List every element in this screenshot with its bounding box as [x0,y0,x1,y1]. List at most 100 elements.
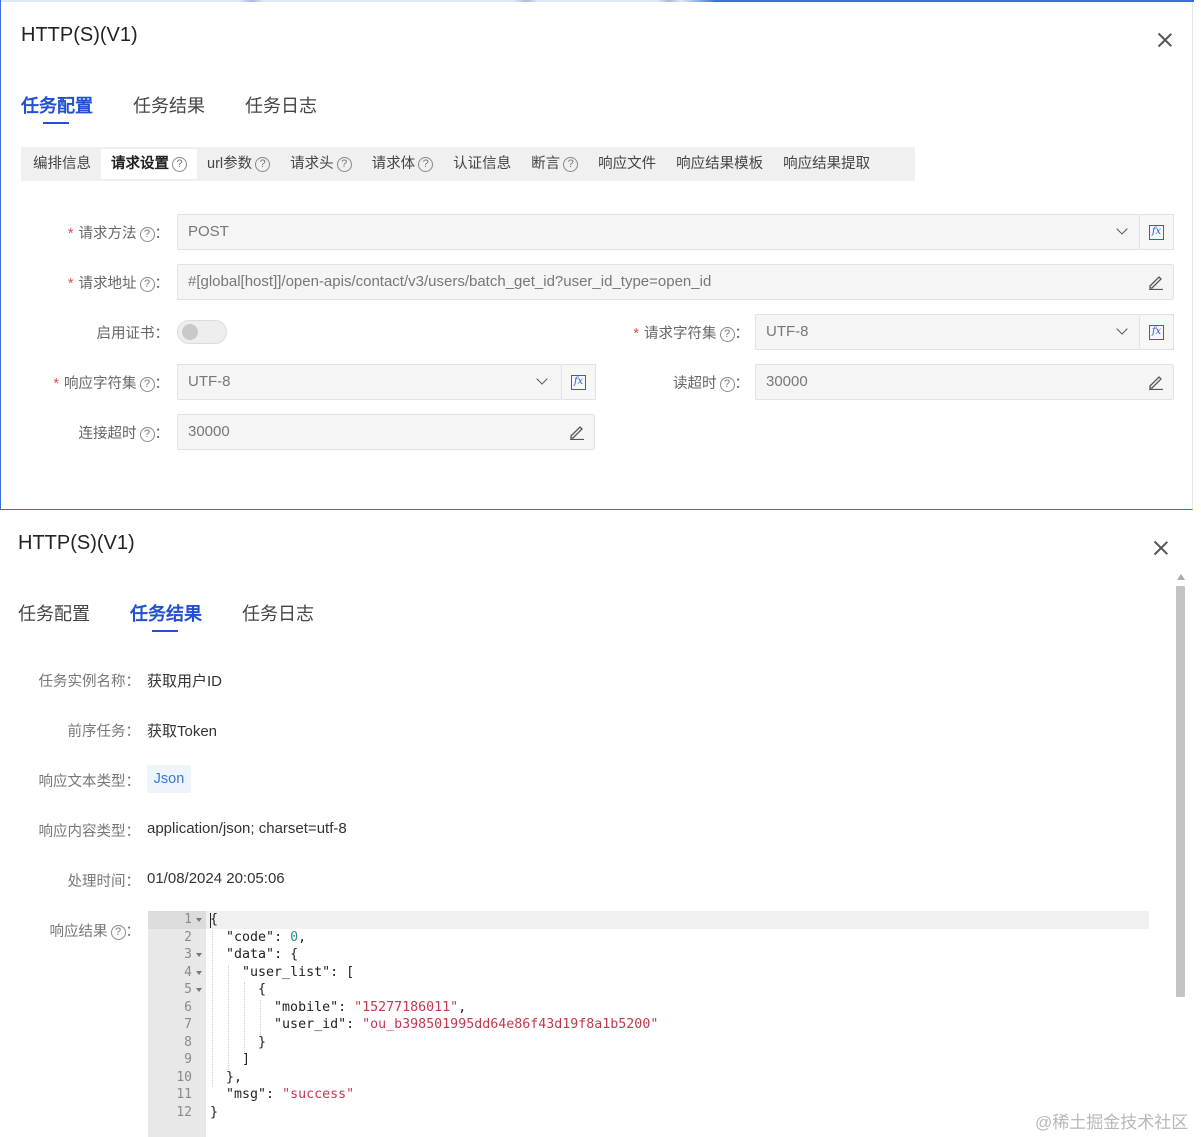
vertical-scrollbar[interactable] [1176,586,1185,997]
code-line: "mobile": "15277186011", [274,999,467,1015]
text-cursor [210,913,211,928]
label-colon: ： [734,326,750,342]
required-mark: * [67,276,74,292]
json-code-editor[interactable]: 1 2 3 4 5 6 7 8 9 10 11 12 { "code": 0, "data": { "… [148,911,1149,1137]
label-text: 响应结果 [49,924,108,940]
edit-pencil-icon[interactable] [1148,374,1164,390]
code-line: } [210,1104,219,1120]
conn-timeout-input[interactable]: 30000 [177,414,595,450]
line-number: 12 [176,1104,192,1120]
method-value: POST [188,223,229,240]
tab-task-result[interactable]: 任务结果 [130,600,202,632]
read-timeout-input[interactable]: 30000 [755,364,1174,400]
fx-icon: fx [1149,224,1164,240]
config-dialog: HTTP(S)(V1) 任务配置 任务结果 任务日志 编排信息 请求设置? ur… [0,0,1194,510]
resp-result-label: 响应结果?： [0,920,140,941]
code-line: { [210,982,267,997]
label-colon: ： [154,276,170,292]
tab-task-config[interactable]: 任务配置 [21,92,93,124]
help-icon[interactable]: ? [255,157,271,172]
tab-task-log[interactable]: 任务日志 [242,600,314,626]
dialog-title: HTTP(S)(V1) [21,24,138,46]
watermark: @稀土掘金技术社区 [1035,1113,1189,1132]
subtab-label: url参数 [207,156,253,172]
resp-content-type-label: 响应内容类型： [38,824,141,840]
indent-guide [212,929,213,1087]
subtab-response-extract[interactable]: 响应结果提取 [773,149,880,179]
resp-charset-value: UTF-8 [188,373,231,390]
window-top-edge [1,0,1194,2]
close-icon[interactable] [1153,540,1169,556]
fold-arrow-icon[interactable] [196,970,202,975]
subtab-label: 响应文件 [598,156,657,172]
help-icon[interactable]: ? [110,925,126,940]
close-icon[interactable] [1157,32,1173,48]
line-number: 8 [184,1034,192,1050]
code-line: "msg": "success" [226,1087,355,1102]
indent-guide [228,964,229,1070]
label-colon: ： [125,924,141,940]
label-text: 启用证书 [96,326,155,342]
resp-text-type-label: 响应文本类型： [38,774,141,790]
label-text: 请求字符集 [644,326,717,342]
line-number: 11 [176,1087,192,1102]
line-number: 4 [184,964,192,980]
label-colon: ： [154,376,170,392]
read-timeout-value: 30000 [766,373,808,390]
subtab-request-settings[interactable]: 请求设置? [101,149,197,179]
help-icon[interactable]: ? [172,157,187,172]
edit-pencil-icon[interactable] [569,424,585,440]
code-line: }, [210,1069,243,1085]
subtab-request-headers[interactable]: 请求头? [280,149,362,179]
subtab-response-template[interactable]: 响应结果模板 [666,149,773,179]
subtab-url-params[interactable]: url参数? [197,149,280,179]
resp-content-type-value: application/json; charset=utf-8 [147,820,347,837]
code-line: } [210,1034,267,1050]
url-label: * 请求地址?： [41,272,169,293]
help-icon[interactable]: ? [139,277,155,292]
fx-icon: fx [571,374,586,390]
tab-task-config[interactable]: 任务配置 [18,600,90,626]
resp-charset-select[interactable]: UTF-8 [177,364,562,400]
label-text: 读超时 [673,376,717,392]
help-icon[interactable]: ? [336,157,352,172]
scroll-up-arrow-icon[interactable] [1177,574,1185,580]
help-icon[interactable]: ? [418,157,434,172]
req-charset-fx-button[interactable]: fx [1140,314,1174,350]
label-text: 请求方法 [78,226,137,242]
req-charset-label: * 请求字符集?： [601,322,749,343]
instance-name-label: 任务实例名称： [38,674,141,690]
fold-arrow-icon[interactable] [196,988,202,992]
resp-charset-fx-button[interactable]: fx [562,364,596,400]
process-time-label: 处理时间： [67,874,141,890]
url-input[interactable]: #[global[host]]/open-apis/contact/v3/use… [177,264,1174,300]
req-charset-select[interactable]: UTF-8 [755,314,1140,350]
edit-pencil-icon[interactable] [1148,274,1164,290]
subtab-label: 编排信息 [33,156,91,172]
help-icon[interactable]: ? [719,327,735,342]
subtab-label: 请求体 [371,156,416,172]
subtab-auth[interactable]: 认证信息 [443,149,521,179]
subtab-response-file[interactable]: 响应文件 [588,149,666,179]
help-icon[interactable]: ? [139,377,155,392]
fold-arrow-icon[interactable] [196,953,202,957]
help-icon[interactable]: ? [139,227,155,242]
help-icon[interactable]: ? [563,157,579,172]
tab-task-log[interactable]: 任务日志 [245,92,317,118]
fold-arrow-icon[interactable] [196,918,202,922]
indent-guide [244,982,245,1052]
subtab-assertion[interactable]: 断言? [521,149,588,179]
subtab-request-body[interactable]: 请求体? [362,149,444,179]
code-line: "user_list": [ [242,964,355,980]
conn-timeout-value: 30000 [188,423,230,440]
subtab-orchestration[interactable]: 编排信息 [23,149,101,179]
method-select[interactable]: POST [177,214,1140,250]
cert-label: 启用证书： [41,322,170,343]
label-text: 请求地址 [78,276,137,292]
method-fx-button[interactable]: fx [1140,214,1174,250]
tab-task-result[interactable]: 任务结果 [133,92,205,118]
help-icon[interactable]: ? [719,377,735,392]
code-line: { [210,912,219,927]
cert-toggle[interactable] [177,320,227,344]
help-icon[interactable]: ? [139,427,155,442]
